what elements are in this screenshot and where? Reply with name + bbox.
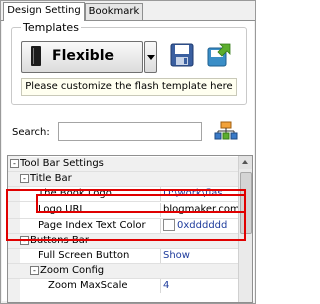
grid-row-label: Buttons Bar xyxy=(30,235,89,246)
grid-row-label: Page Index Text Color xyxy=(38,220,146,231)
book-icon xyxy=(31,46,41,66)
export-arrow-icon[interactable] xyxy=(206,42,232,68)
grid-row-value[interactable]: Show xyxy=(160,249,241,263)
grid-row-title-bar[interactable]: - Title Bar xyxy=(8,172,238,186)
tree-structure-icon[interactable] xyxy=(214,121,238,141)
save-disk-icon[interactable] xyxy=(170,43,194,67)
template-selected-label: Flexible xyxy=(52,48,115,64)
search-input[interactable] xyxy=(58,122,202,141)
templates-group-title: Templates xyxy=(21,21,81,34)
grid-row-full-screen-button[interactable]: Full Screen Button Show xyxy=(8,249,238,263)
color-value-cell[interactable]: 0xdddddd xyxy=(160,219,241,233)
collapse-icon[interactable]: - xyxy=(20,235,29,245)
collapse-icon[interactable]: - xyxy=(30,265,39,275)
design-setting-window: Design Setting Bookmark Templates Flexib… xyxy=(0,0,256,304)
grid-row-label: Full Screen Button xyxy=(38,250,130,261)
template-hint: Please customize the flash template here xyxy=(21,78,237,96)
grid-row-label: Tool Bar Settings xyxy=(20,158,104,169)
collapse-icon[interactable]: - xyxy=(10,158,19,168)
grid-row-label: Zoom MaxScale xyxy=(48,280,128,291)
grid-row-tool-bar-settings[interactable]: - Tool Bar Settings xyxy=(8,157,238,171)
color-swatch[interactable] xyxy=(163,219,175,231)
grid-row-zoom-config[interactable]: - Zoom Config xyxy=(8,264,238,278)
templates-group: Templates Flexible Please customize the … xyxy=(11,21,247,105)
template-select[interactable]: Flexible xyxy=(21,41,143,73)
scroll-up-icon[interactable] xyxy=(239,156,252,169)
grid-row-value[interactable]: 4 xyxy=(160,279,241,293)
property-grid: - Tool Bar Settings - Title Bar The Book L… xyxy=(7,155,253,303)
grid-row-page-index-color[interactable]: Page Index Text Color 0xdddddd xyxy=(8,219,238,233)
collapse-icon[interactable]: - xyxy=(20,173,29,183)
grid-row-label: Zoom Config xyxy=(40,265,105,276)
logo-url-highlight-box xyxy=(36,194,246,213)
grid-row-label: Title Bar xyxy=(30,173,72,184)
grid-scrollbar[interactable] xyxy=(238,156,252,302)
search-label: Search: xyxy=(12,127,50,138)
grid-row-value: 0xdddddd xyxy=(177,220,228,231)
design-setting-panel: Templates Flexible Please customize the … xyxy=(2,21,254,303)
tab-bookmark[interactable]: Bookmark xyxy=(85,3,143,20)
template-dropdown-button[interactable] xyxy=(144,41,157,73)
grid-row-buttons-bar[interactable]: - Buttons Bar xyxy=(8,234,238,248)
grid-row-zoom-maxscale[interactable]: Zoom MaxScale 4 xyxy=(8,279,238,293)
tab-design-setting[interactable]: Design Setting xyxy=(3,2,85,21)
